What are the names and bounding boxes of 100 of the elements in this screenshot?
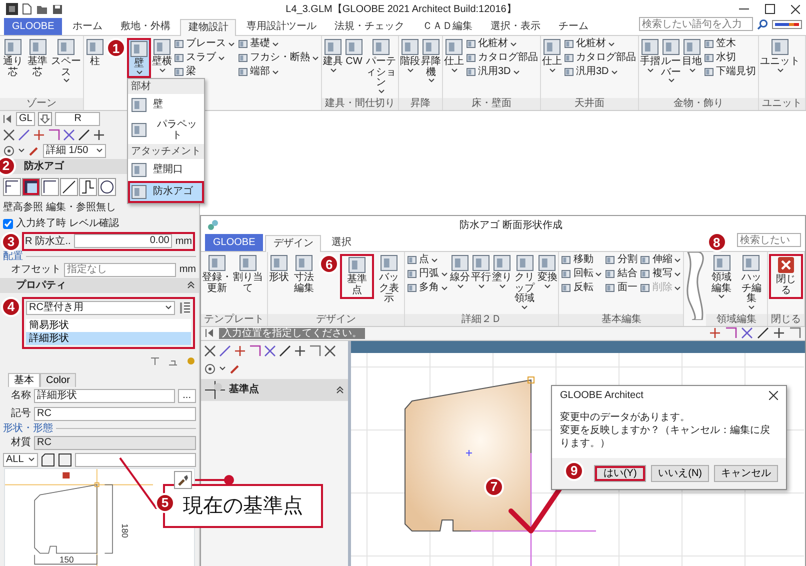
- ribbon-button[interactable]: 水切: [703, 52, 757, 64]
- ribbon-button[interactable]: 仕上: [542, 38, 562, 74]
- ribbon-tab[interactable]: デザイン: [265, 235, 322, 252]
- close-button[interactable]: 閉じる: [768, 254, 803, 299]
- dialog-button[interactable]: いいえ(N): [651, 464, 709, 482]
- tool-button[interactable]: [79, 178, 97, 196]
- ribbon-button[interactable]: 目地: [682, 38, 702, 74]
- search-field[interactable]: 検索したい: [737, 233, 801, 247]
- dialog-button[interactable]: キャンセル: [714, 464, 778, 482]
- ribbon-button[interactable]: パーティション: [365, 38, 397, 96]
- ribbon-button[interactable]: 通り芯: [1, 38, 25, 80]
- ribbon-tab[interactable]: 建物設計: [180, 19, 236, 36]
- ribbon-tab[interactable]: チーム: [550, 18, 596, 35]
- ribbon-button[interactable]: 回転: [560, 268, 604, 280]
- panel-tab[interactable]: 基本: [8, 372, 40, 386]
- ribbon-button[interactable]: 複写: [639, 268, 682, 280]
- ribbon-button[interactable]: 多角: [406, 282, 450, 294]
- tool-button[interactable]: [98, 178, 116, 196]
- ribbon-tab[interactable]: ホーム: [64, 18, 110, 35]
- material-dropdown[interactable]: RC: [34, 436, 196, 450]
- level-field[interactable]: R: [55, 112, 100, 126]
- ribbon-tab[interactable]: GLOOBE: [4, 18, 62, 35]
- menu-item[interactable]: パラペット: [128, 116, 204, 144]
- menu-item[interactable]: 防水アゴ: [128, 180, 204, 202]
- ribbon-button[interactable]: 移動: [560, 254, 604, 266]
- close-icon[interactable]: [791, 4, 800, 14]
- search-field[interactable]: 検索したい語句を入力: [639, 17, 753, 31]
- ribbon-button[interactable]: 基準点: [340, 254, 374, 299]
- ribbon-button[interactable]: 壁横: [152, 38, 172, 74]
- ribbon-tab[interactable]: ＣＡＤ編集: [414, 18, 480, 35]
- ribbon-button[interactable]: 笠木: [703, 38, 757, 50]
- offset-field[interactable]: 指定なし: [64, 262, 176, 276]
- tool-button[interactable]: [41, 178, 59, 196]
- ribbon-button[interactable]: 領域編集: [707, 254, 736, 301]
- ribbon-button[interactable]: 変換: [537, 254, 558, 290]
- dialog-button[interactable]: はい(Y): [594, 464, 646, 482]
- level-check-checkbox[interactable]: [3, 218, 13, 228]
- ribbon-button[interactable]: ハッチ編集: [736, 254, 766, 312]
- ribbon-button[interactable]: 割り当て: [233, 254, 263, 296]
- ribbon-button[interactable]: 分割: [604, 254, 638, 266]
- ribbon-button[interactable]: 点: [406, 254, 450, 266]
- text-field[interactable]: 詳細形状: [34, 388, 175, 402]
- menu-item[interactable]: 壁開口: [128, 158, 204, 180]
- ribbon-button[interactable]: 面一: [604, 282, 638, 294]
- tool-button[interactable]: [3, 178, 21, 196]
- ribbon-button[interactable]: フカシ・断熱: [237, 52, 320, 64]
- ribbon-button[interactable]: 平行: [471, 254, 492, 290]
- type-dropdown[interactable]: RC壁付き用: [26, 300, 175, 314]
- ribbon-tab[interactable]: 選択: [323, 234, 360, 251]
- ribbon-button[interactable]: 下端見切: [703, 66, 757, 78]
- ribbon-button[interactable]: 線分: [450, 254, 470, 290]
- ribbon-button[interactable]: 仕上: [444, 38, 464, 74]
- ribbon-button[interactable]: 基準芯: [26, 38, 50, 80]
- close-icon[interactable]: [769, 390, 778, 400]
- scale-dropdown[interactable]: 詳細 1/50: [43, 144, 106, 158]
- ribbon-button[interactable]: スペース: [50, 38, 82, 85]
- ribbon-tab[interactable]: 専用設計ツール: [238, 18, 324, 35]
- tool-button[interactable]: [60, 178, 78, 196]
- ribbon-button[interactable]: ルーバー: [661, 38, 681, 85]
- list-option[interactable]: 簡易形状: [26, 318, 191, 332]
- ribbon-button[interactable]: 昇降機: [421, 38, 441, 85]
- ribbon-button[interactable]: 登録・更新: [202, 254, 232, 296]
- ribbon-button[interactable]: 結合: [604, 268, 638, 280]
- ribbon-button[interactable]: 反転: [560, 282, 604, 294]
- ribbon-button[interactable]: 円弧: [406, 268, 450, 280]
- ribbon-button[interactable]: スラブ: [173, 52, 236, 64]
- ribbon-button[interactable]: 壁: [127, 38, 151, 78]
- ribbon-button[interactable]: 伸縮: [639, 254, 682, 266]
- ribbon-button[interactable]: 汎用3D: [563, 66, 637, 78]
- filter-dropdown[interactable]: ALL: [3, 452, 38, 466]
- ribbon-tab[interactable]: 法規・チェック: [326, 18, 412, 35]
- ribbon-button[interactable]: ブレース: [173, 38, 236, 50]
- ribbon-button[interactable]: カタログ部品: [563, 52, 637, 64]
- maximize-icon[interactable]: [765, 4, 775, 14]
- tool-button[interactable]: [22, 178, 40, 196]
- text-field[interactable]: RC: [34, 406, 196, 420]
- ribbon-button[interactable]: 手摺: [640, 38, 660, 74]
- ribbon-tab[interactable]: GLOOBE: [205, 234, 264, 251]
- menu-item[interactable]: 壁: [128, 94, 204, 116]
- minimize-icon[interactable]: [739, 8, 749, 10]
- input-field[interactable]: [74, 452, 196, 466]
- browse-button[interactable]: ...: [178, 388, 196, 402]
- ribbon-button[interactable]: 汎用3D: [465, 66, 539, 78]
- ribbon-button[interactable]: ユニット: [760, 38, 800, 74]
- ribbon-button[interactable]: 端部: [237, 66, 320, 78]
- ribbon-button[interactable]: 塗り: [492, 254, 512, 290]
- ribbon-button[interactable]: 寸法編集: [290, 254, 318, 296]
- ribbon-button[interactable]: 化粧材: [465, 38, 539, 50]
- ribbon-button[interactable]: バック表示: [374, 254, 403, 306]
- panel-tab[interactable]: Color: [40, 372, 76, 386]
- ribbon-tab[interactable]: 敷地・外構: [112, 18, 178, 35]
- ribbon-tab[interactable]: 選択・表示: [482, 18, 548, 35]
- ribbon-button[interactable]: 基礎: [237, 38, 320, 50]
- edit-shape-button[interactable]: [174, 470, 192, 488]
- ribbon-button[interactable]: クリップ領域: [513, 254, 536, 312]
- ribbon-button[interactable]: 形状: [269, 254, 289, 286]
- ribbon-button[interactable]: カタログ部品: [465, 52, 539, 64]
- ribbon-button[interactable]: 階段: [400, 38, 420, 74]
- ribbon-button[interactable]: 建具: [323, 38, 343, 74]
- height-field[interactable]: 0.00: [74, 234, 172, 248]
